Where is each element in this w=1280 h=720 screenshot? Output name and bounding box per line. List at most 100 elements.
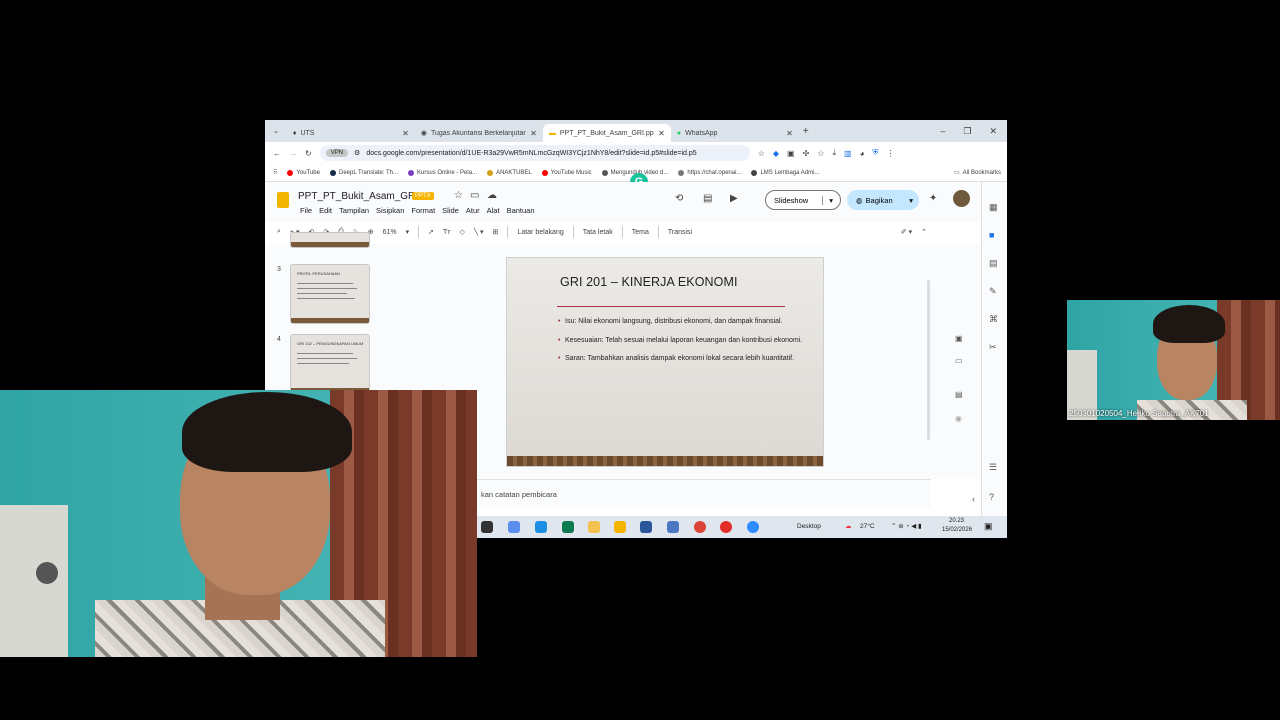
image-panel-icon[interactable]: ▣ bbox=[955, 334, 963, 343]
tab-whatsapp[interactable]: ● WhatsApp ✕ bbox=[671, 124, 799, 142]
background-button[interactable]: Latar belakang bbox=[517, 229, 563, 236]
bookmark-kursus[interactable]: Kursus Online - Pela... bbox=[408, 169, 477, 176]
word-icon[interactable] bbox=[640, 521, 652, 533]
weather-temp[interactable]: 27°C bbox=[860, 523, 875, 530]
slide-bullet[interactable]: Isu: Nilai ekonomi langsung, distribusi … bbox=[558, 316, 803, 328]
gemini-icon[interactable]: ✦ bbox=[929, 193, 937, 204]
bookmark-lms[interactable]: LMS Lembaga Admi... bbox=[751, 169, 819, 176]
edge-icon[interactable] bbox=[535, 521, 547, 533]
maximize-icon[interactable]: ❐ bbox=[963, 126, 971, 137]
extension-icon[interactable]: ✣ bbox=[803, 149, 810, 158]
chrome-icon[interactable] bbox=[614, 521, 626, 533]
url-bar[interactable]: VPN ⚙ docs.google.com/presentation/d/1UE… bbox=[319, 145, 750, 161]
clock-time[interactable]: 20.23 bbox=[949, 518, 964, 524]
tab-slides[interactable]: ▬ PPT_PT_Bukit_Asam_GRI.pptx - ✕ bbox=[542, 124, 671, 142]
slideshow-button[interactable]: Slideshow ▾ bbox=[765, 190, 841, 210]
document-title[interactable]: PPT_PT_Bukit_Asam_GRI bbox=[298, 191, 418, 202]
search-icon[interactable]: ⌕ bbox=[277, 228, 281, 236]
tools-icon[interactable]: ✂ bbox=[989, 342, 997, 353]
desktop-label[interactable]: Desktop bbox=[797, 523, 821, 530]
extension-icon[interactable]: ▣ bbox=[787, 149, 795, 158]
shield-icon[interactable]: ⛨ bbox=[872, 148, 878, 158]
slide-bullet[interactable]: Kesesuaian: Telah sesuai melalui laporan… bbox=[558, 335, 803, 347]
slide-bullet-list[interactable]: Isu: Nilai ekonomi langsung, distribusi … bbox=[558, 316, 803, 372]
calendar-icon[interactable]: ▦ bbox=[989, 202, 998, 213]
notes-panel-icon[interactable]: ▤ bbox=[955, 390, 963, 399]
slide-bullet[interactable]: Saran: Tambahkan analisis dampak ekonomi… bbox=[558, 353, 803, 365]
tab-tugas[interactable]: ◉ Tugas Akuntansi Berkelanjutan ✕ bbox=[415, 124, 543, 142]
theme-button[interactable]: Tema bbox=[632, 229, 649, 236]
all-bookmarks[interactable]: ▭ All Bookmarks bbox=[954, 169, 1007, 177]
zoom-icon[interactable] bbox=[747, 521, 759, 533]
line-icon[interactable]: ╲ ▾ bbox=[474, 228, 484, 236]
bookmark-deepl[interactable]: DeepL Translate: Th... bbox=[329, 169, 398, 176]
tray-icons[interactable]: ⌃ ⊜ ◔ ◀ ▮ bbox=[891, 522, 922, 530]
collapse-toolbar-icon[interactable]: ⌃ bbox=[921, 228, 927, 236]
vpn-chip[interactable]: VPN bbox=[325, 149, 349, 157]
share-button[interactable]: ◍ Bagikan ▾ bbox=[847, 190, 919, 210]
slides-logo-icon[interactable] bbox=[277, 192, 289, 208]
menu-tools[interactable]: Alat bbox=[487, 206, 500, 215]
file-explorer-icon[interactable] bbox=[588, 521, 600, 533]
menu-help[interactable]: Bantuan bbox=[507, 206, 535, 215]
history-icon[interactable]: ⟲ bbox=[675, 193, 683, 204]
meet-icon[interactable]: ▶ bbox=[730, 193, 738, 204]
close-window-icon[interactable]: ✕ bbox=[989, 126, 997, 137]
kebab-menu-icon[interactable]: ⋮ bbox=[886, 149, 894, 158]
help-icon[interactable]: ? bbox=[989, 492, 994, 502]
close-icon[interactable]: ✕ bbox=[786, 129, 793, 138]
reload-icon[interactable]: ↻ bbox=[305, 149, 312, 158]
chrome-icon[interactable] bbox=[694, 521, 706, 533]
forward-icon[interactable]: → bbox=[289, 149, 297, 158]
edit-icon[interactable]: ✎ bbox=[989, 286, 997, 297]
chevron-left-icon[interactable]: ‹ bbox=[972, 494, 975, 504]
close-icon[interactable]: ✕ bbox=[530, 129, 537, 138]
menu-file[interactable]: File bbox=[300, 206, 312, 215]
back-icon[interactable]: ← bbox=[273, 149, 281, 158]
tab-search-icon[interactable]: ⌄ bbox=[265, 127, 287, 135]
keep-icon[interactable]: ■ bbox=[989, 230, 994, 240]
folder-panel-icon[interactable]: ▭ bbox=[955, 356, 963, 365]
site-info-icon[interactable]: ⚙ bbox=[354, 149, 360, 157]
slide-thumbnail[interactable]: PROFIL PERUSAHAAN bbox=[290, 264, 370, 324]
menu-slide[interactable]: Slide bbox=[442, 206, 459, 215]
tasks-icon[interactable]: ▤ bbox=[989, 258, 998, 269]
bookmark-youtube[interactable]: YouTube bbox=[287, 169, 320, 176]
bookmark-youtube-music[interactable]: YouTube Music bbox=[541, 169, 592, 176]
layout-button[interactable]: Tata letak bbox=[583, 229, 613, 236]
copilot-icon[interactable] bbox=[508, 521, 520, 533]
extension-icon[interactable]: ◆ bbox=[773, 149, 779, 158]
tab-uts[interactable]: ♦ UTS ✕ bbox=[287, 124, 415, 142]
close-icon[interactable]: ✕ bbox=[402, 129, 409, 138]
opera-icon[interactable] bbox=[720, 521, 732, 533]
select-icon[interactable]: ➚ bbox=[428, 228, 434, 236]
menu-edit[interactable]: Edit bbox=[319, 206, 332, 215]
zoom-select[interactable]: 61% bbox=[383, 229, 397, 236]
bookmark-anaktubel[interactable]: ANAKTUBEL bbox=[487, 169, 532, 176]
menu-arrange[interactable]: Atur bbox=[466, 206, 480, 215]
close-icon[interactable]: ✕ bbox=[658, 129, 665, 138]
menu-view[interactable]: Tampilan bbox=[339, 206, 369, 215]
clock-date[interactable]: 15/02/2026 bbox=[942, 527, 972, 533]
avatar[interactable] bbox=[953, 190, 970, 207]
current-slide[interactable]: GRI 201 – KINERJA EKONOMI Isu: Nilai eko… bbox=[506, 257, 824, 467]
textbox-icon[interactable]: Tт bbox=[443, 229, 450, 236]
bookmark-chatgpt[interactable]: https://chat.openai... bbox=[678, 169, 741, 176]
slide-thumbnail[interactable]: GRI 102 – PENGUNGKAPAN UMUM bbox=[290, 334, 370, 394]
shape-icon[interactable]: ◇ bbox=[459, 228, 464, 236]
task-view-icon[interactable] bbox=[481, 521, 493, 533]
bookmark-icon[interactable]: ☆ bbox=[817, 149, 824, 158]
move-folder-icon[interactable]: ▭ bbox=[470, 190, 479, 201]
notification-icon[interactable]: ▣ bbox=[984, 521, 993, 532]
scrollbar[interactable] bbox=[927, 280, 930, 440]
chevron-down-icon[interactable]: ▾ bbox=[406, 228, 410, 236]
download-icon[interactable]: ⤓ bbox=[832, 148, 836, 158]
slide-title[interactable]: GRI 201 – KINERJA EKONOMI bbox=[560, 275, 738, 289]
slide-thumbnail[interactable] bbox=[290, 232, 370, 248]
chevron-down-icon[interactable]: ▾ bbox=[822, 195, 840, 205]
menu-insert[interactable]: Sisipkan bbox=[376, 206, 404, 215]
settings-icon[interactable]: ☰ bbox=[989, 462, 997, 473]
sidebar-icon[interactable]: ▥ bbox=[844, 149, 852, 158]
minimize-icon[interactable]: – bbox=[940, 126, 945, 137]
new-tab-button[interactable]: + bbox=[799, 126, 809, 137]
